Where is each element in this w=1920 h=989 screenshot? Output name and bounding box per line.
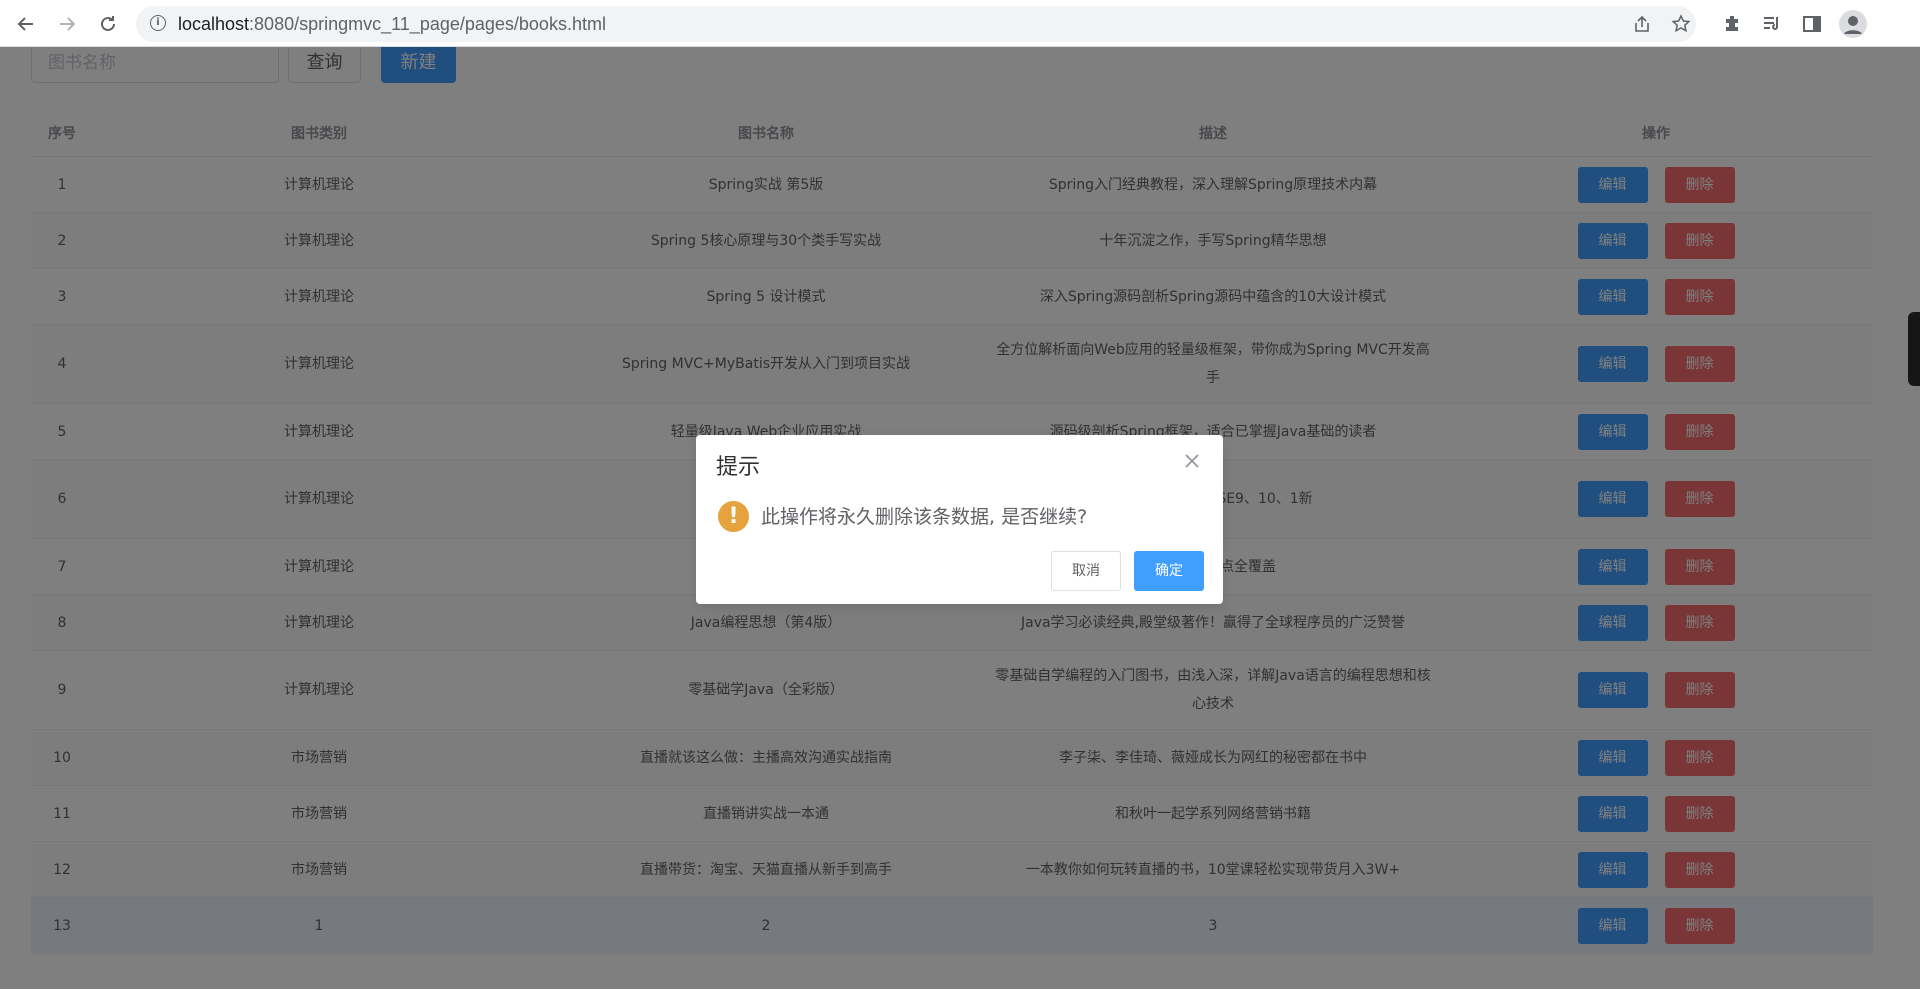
- confirm-button[interactable]: 确定: [1134, 551, 1204, 591]
- reload-icon[interactable]: [92, 8, 124, 40]
- warning-icon: !: [718, 501, 749, 532]
- browser-toolbar: i localhost:8080/springmvc_11_page/pages…: [0, 0, 1920, 47]
- side-panel-icon[interactable]: [1800, 12, 1824, 36]
- close-icon[interactable]: [1184, 453, 1200, 469]
- confirm-dialog: 提示 ! 此操作将永久删除该条数据, 是否继续? 取消 确定: [696, 435, 1223, 604]
- share-icon[interactable]: [1632, 14, 1652, 34]
- cancel-button[interactable]: 取消: [1051, 551, 1121, 591]
- media-control-icon[interactable]: [1760, 12, 1784, 36]
- back-icon[interactable]: [10, 8, 42, 40]
- forward-icon[interactable]: [51, 8, 83, 40]
- address-bar[interactable]: i localhost:8080/springmvc_11_page/pages…: [136, 6, 1696, 42]
- profile-avatar-icon[interactable]: [1839, 10, 1867, 38]
- dialog-title: 提示: [716, 455, 761, 480]
- dialog-message: 此操作将永久删除该条数据, 是否继续?: [761, 506, 1088, 528]
- site-info-icon[interactable]: i: [150, 15, 166, 31]
- bookmark-star-icon[interactable]: [1671, 14, 1691, 34]
- url-text: localhost:8080/springmvc_11_page/pages/b…: [178, 14, 606, 34]
- extensions-icon[interactable]: [1720, 12, 1744, 36]
